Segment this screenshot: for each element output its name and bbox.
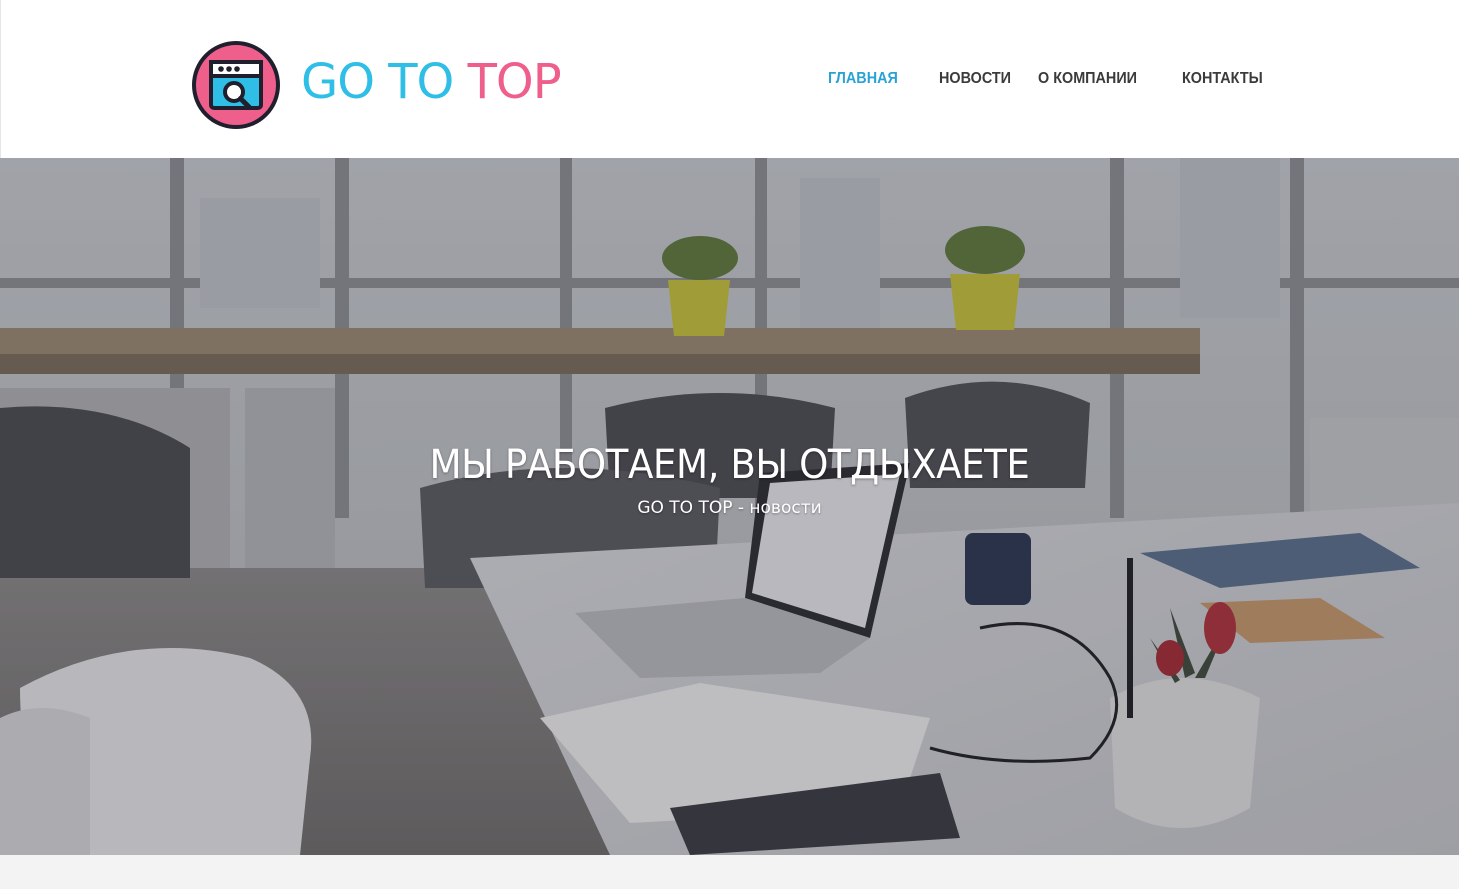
nav-item-contacts[interactable]: КОНТАКТЫ: [1182, 70, 1263, 88]
nav-item-about[interactable]: О КОМПАНИИ: [1038, 70, 1137, 88]
hero-title: МЫ РАБОТАЕМ, ВЫ ОТДЫХАЕТЕ: [429, 442, 1030, 488]
site-header: GO TO TOP ГЛАВНАЯ НОВОСТИ О КОМПАНИИ КОН…: [0, 0, 1459, 158]
hero-banner: МЫ РАБОТАЕМ, ВЫ ОТДЫХАЕТЕ GO TO TOP - но…: [0, 158, 1459, 855]
hero-subtitle: GO TO TOP - новости: [637, 498, 822, 518]
nav-item-news[interactable]: НОВОСТИ: [939, 70, 1011, 88]
content-start-strip: [0, 855, 1459, 889]
nav-item-home[interactable]: ГЛАВНАЯ: [828, 70, 898, 88]
main-nav: ГЛАВНАЯ НОВОСТИ О КОМПАНИИ КОНТАКТЫ: [1, 70, 1459, 90]
